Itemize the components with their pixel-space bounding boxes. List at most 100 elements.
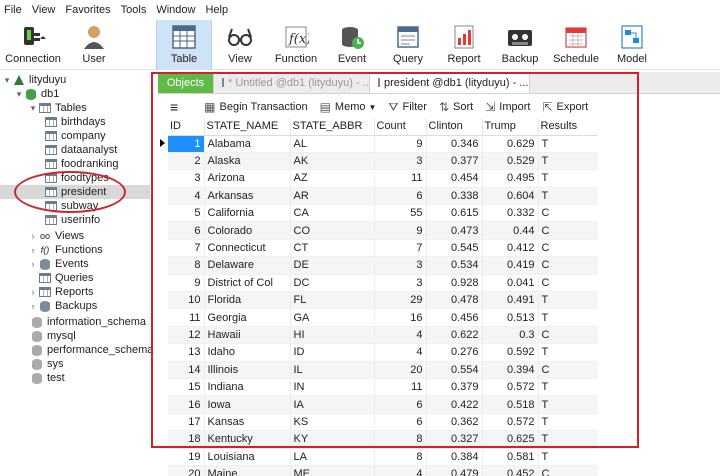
grid-cell[interactable]: 0.513	[482, 308, 539, 327]
table-row[interactable]: 3 Arizona AZ 11 0.454 0.495 T	[168, 169, 598, 188]
grid-cell[interactable]: ME	[290, 465, 375, 476]
grid-cell[interactable]: T	[538, 152, 598, 171]
grid-cell[interactable]: AL	[290, 135, 375, 153]
grid-cell[interactable]: T	[538, 291, 598, 310]
grid-cell[interactable]: Kansas	[204, 413, 291, 432]
grid-cell[interactable]: KY	[290, 430, 375, 449]
grid-cell[interactable]: 3	[374, 274, 427, 293]
grid-cell[interactable]: 0.534	[426, 256, 483, 275]
grid-cell[interactable]: 18	[168, 430, 205, 449]
grid-cell[interactable]: 3	[168, 169, 205, 188]
grid-cell[interactable]: 0.456	[426, 308, 483, 327]
grid-cell[interactable]: 0.581	[482, 448, 539, 466]
column-header[interactable]: STATE_ABBR	[290, 118, 375, 136]
tab-president[interactable]: president @db1 (lityduyu) - ...	[370, 72, 530, 93]
grid-cell[interactable]: T	[538, 343, 598, 362]
table-row[interactable]: 8 Delaware DE 3 0.534 0.419 C	[168, 256, 598, 275]
grid-cell[interactable]: Iowa	[204, 395, 291, 414]
event-button[interactable]: Event	[324, 20, 380, 70]
grid-cell[interactable]: 0.041	[482, 274, 539, 293]
grid-cell[interactable]: AR	[290, 187, 375, 206]
grid-cell[interactable]: 15	[168, 378, 205, 397]
report-button[interactable]: Report	[436, 20, 492, 70]
grid-cell[interactable]: 0.495	[482, 169, 539, 188]
tree-views-folder[interactable]: › oo Views	[28, 229, 85, 243]
grid-cell[interactable]: 0.629	[482, 135, 539, 153]
table-row[interactable]: 15 Indiana IN 11 0.379 0.572 T	[168, 378, 598, 397]
grid-cell[interactable]: 0.518	[482, 395, 539, 414]
table-row[interactable]: 12 Hawaii HI 4 0.622 0.3 C	[168, 326, 598, 345]
grid-cell[interactable]: 4	[374, 343, 427, 362]
grid-cell[interactable]: 6	[168, 221, 205, 240]
tree-connection[interactable]: ▾ lityduyu	[2, 73, 67, 87]
grid-cell[interactable]: HI	[290, 326, 375, 345]
menu-window[interactable]: Window	[156, 4, 195, 16]
grid-cell[interactable]: C	[538, 239, 598, 258]
grid-cell[interactable]: GA	[290, 308, 375, 327]
grid-cell[interactable]: 13	[168, 343, 205, 362]
tree-table-item-selected[interactable]: president	[0, 185, 150, 199]
column-header[interactable]: Count	[374, 118, 427, 136]
table-row[interactable]: 10 Florida FL 29 0.478 0.491 T	[168, 291, 598, 310]
table-row[interactable]: 19 Louisiana LA 8 0.384 0.581 T	[168, 448, 598, 466]
import-button[interactable]: ⇲ Import	[485, 100, 530, 114]
grid-cell[interactable]: LA	[290, 448, 375, 466]
grid-cell[interactable]: 0.346	[426, 135, 483, 153]
grid-cell[interactable]: Idaho	[204, 343, 291, 362]
grid-cell[interactable]: 0.338	[426, 187, 483, 206]
grid-cell[interactable]: Arkansas	[204, 187, 291, 206]
grid-cell[interactable]: 0.625	[482, 430, 539, 449]
grid-cell[interactable]: AZ	[290, 169, 375, 188]
grid-cell[interactable]: FL	[290, 291, 375, 310]
grid-cell[interactable]: 10	[168, 291, 205, 310]
grid-cell[interactable]: IN	[290, 378, 375, 397]
grid-cell[interactable]: District of Col	[204, 274, 291, 293]
tree-table-item[interactable]: foodranking	[44, 157, 119, 171]
grid-cell[interactable]: 0.572	[482, 378, 539, 397]
grid-cell[interactable]: 2	[168, 152, 205, 171]
tree-table-item[interactable]: userinfo	[44, 213, 100, 227]
grid-cell[interactable]: 6	[374, 413, 427, 432]
model-button[interactable]: Model	[604, 20, 660, 70]
grid-cell[interactable]: 4	[374, 465, 427, 476]
grid-cell[interactable]: 12	[168, 326, 205, 345]
column-header[interactable]: STATE_NAME	[204, 118, 291, 136]
table-row[interactable]: 2 Alaska AK 3 0.377 0.529 T	[168, 152, 598, 171]
table-button[interactable]: Table	[156, 20, 212, 70]
grid-cell[interactable]: T	[538, 169, 598, 188]
grid-cell[interactable]: AK	[290, 152, 375, 171]
grid-cell[interactable]: CA	[290, 204, 375, 223]
grid-cell[interactable]: 55	[374, 204, 427, 223]
table-row[interactable]: 7 Connecticut CT 7 0.545 0.412 C	[168, 239, 598, 258]
grid-cell[interactable]: 0.592	[482, 343, 539, 362]
grid-cell[interactable]: 3	[374, 152, 427, 171]
grid-cell[interactable]: T	[538, 430, 598, 449]
grid-cell[interactable]: 0.554	[426, 361, 483, 379]
grid-cell[interactable]: 6	[374, 395, 427, 414]
grid-cell[interactable]: 0.419	[482, 256, 539, 275]
grid-cell[interactable]: CO	[290, 221, 375, 240]
table-row[interactable]: 5 California CA 55 0.615 0.332 C	[168, 204, 598, 223]
grid-cell[interactable]: 0.452	[482, 465, 539, 476]
grid-cell[interactable]: 11	[168, 308, 205, 327]
tree-tables-folder[interactable]: ▾ Tables	[28, 101, 87, 115]
grid-cell[interactable]: 19	[168, 448, 205, 466]
grid-cell[interactable]: 0.604	[482, 187, 539, 206]
grid-cell[interactable]: C	[538, 361, 598, 379]
grid-cell[interactable]: T	[538, 187, 598, 206]
grid-cell[interactable]: ID	[290, 343, 375, 362]
data-grid[interactable]: ID STATE_NAME STATE_ABBR Count Clinton T…	[168, 118, 598, 476]
menu-help[interactable]: Help	[205, 4, 228, 16]
grid-cell[interactable]: IL	[290, 361, 375, 379]
hamburger-menu-button[interactable]: ≡	[170, 99, 178, 115]
sort-button[interactable]: ⇅ Sort	[439, 100, 473, 114]
tree-database-item[interactable]: test	[30, 371, 65, 385]
grid-cell[interactable]: 9	[374, 221, 427, 240]
grid-cell[interactable]: 20	[168, 465, 205, 476]
grid-cell[interactable]: 0.379	[426, 378, 483, 397]
tree-queries-folder[interactable]: Queries	[38, 271, 94, 285]
grid-cell[interactable]: 6	[374, 187, 427, 206]
grid-cell[interactable]: 0.327	[426, 430, 483, 449]
grid-cell[interactable]: 8	[168, 256, 205, 275]
grid-cell[interactable]: T	[538, 308, 598, 327]
